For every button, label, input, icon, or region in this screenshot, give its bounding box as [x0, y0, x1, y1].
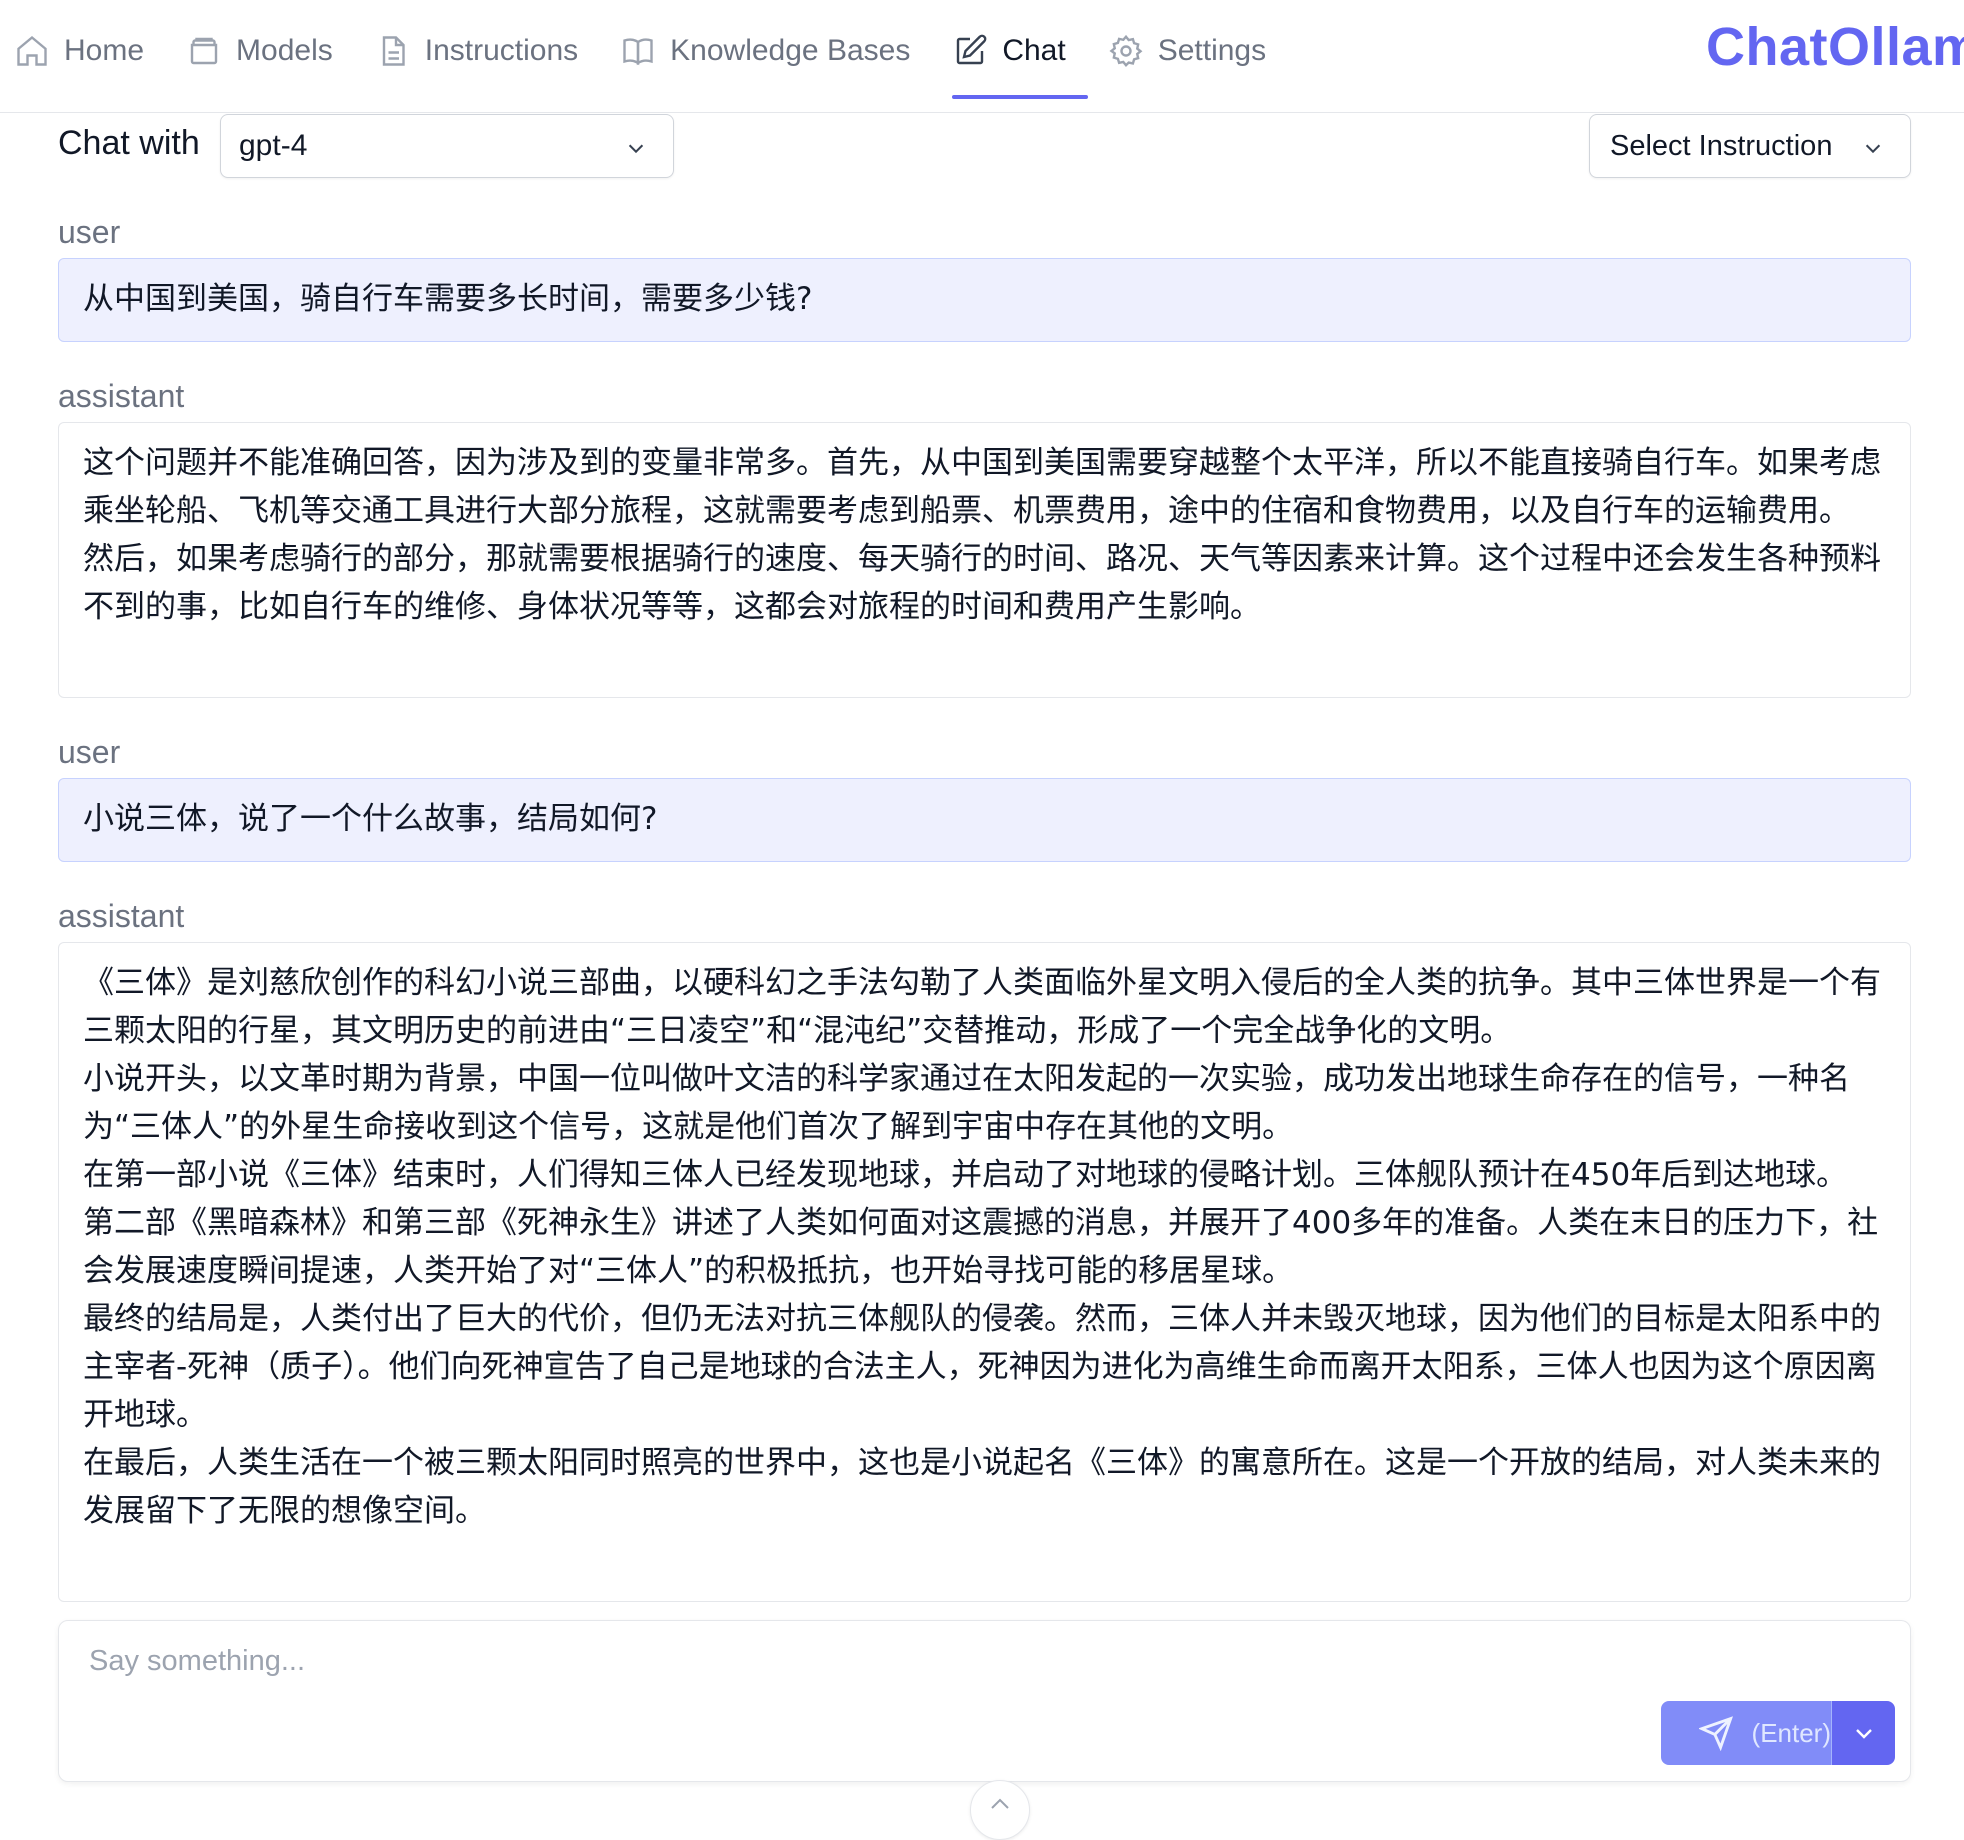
send-button-label: (Enter): [1751, 1717, 1831, 1748]
database-icon: [190, 37, 218, 65]
nav-item-settings[interactable]: Settings: [1108, 0, 1288, 102]
nav-item-label: Home: [64, 34, 145, 67]
message-paragraph: 《三体》是刘慈欣创作的科幻小说三部曲，以硬科幻之手法勾勒了人类面临外星文明入侵后…: [83, 965, 1881, 1049]
chevron-down-icon: [628, 144, 644, 154]
send-icon: [1699, 1716, 1733, 1751]
home-icon: [17, 35, 47, 66]
top-navigation: Home Models Instructions Knowledge Bases…: [0, 0, 1964, 113]
assistant-message: 这个问题并不能准确回答，因为涉及到的变量非常多。首先，从中国到美国需要穿越整个太…: [58, 422, 1911, 698]
nav-item-chat[interactable]: Chat: [952, 0, 1089, 102]
user-message: 从中国到美国，骑自行车需要多长时间，需要多少钱?: [58, 258, 1911, 342]
send-options-button[interactable]: [1831, 1701, 1895, 1765]
instruction-select-label: Select Instruction: [1610, 129, 1833, 162]
nav-item-instructions[interactable]: Instructions: [375, 0, 600, 102]
model-select-value: gpt-4: [239, 129, 308, 162]
nav-menu: Home Models Instructions Knowledge Bases…: [14, 0, 1308, 112]
message-paragraph: 这个问题并不能准确回答，因为涉及到的变量非常多。首先，从中国到美国需要穿越整个太…: [83, 445, 1881, 529]
nav-item-label: Knowledge Bases: [670, 34, 911, 67]
message-paragraph: 小说三体，说了一个什么故事，结局如何?: [83, 801, 658, 837]
send-button[interactable]: (Enter): [1661, 1701, 1831, 1765]
message-role-label: assistant: [58, 378, 185, 414]
nav-item-home[interactable]: Home: [14, 0, 166, 102]
chevron-down-icon: [1865, 144, 1881, 154]
message-role-label: user: [58, 214, 121, 250]
chevron-up-icon: [991, 1798, 1009, 1809]
message-input[interactable]: [89, 1645, 1589, 1705]
nav-item-models[interactable]: Models: [186, 0, 355, 102]
nav-item-label: Chat: [1002, 34, 1066, 67]
send-button-group: (Enter): [1661, 1701, 1895, 1765]
message-paragraph: 小说开头，以文革时期为背景，中国一位叫做叶文洁的科学家通过在太阳发起的一次实验，…: [83, 1061, 1850, 1145]
nav-item-label: Settings: [1157, 34, 1267, 67]
instruction-select[interactable]: Select Instruction: [1589, 114, 1911, 178]
nav-item-label: Models: [236, 34, 333, 67]
nav-item-label: Instructions: [424, 34, 579, 67]
gear-icon: [1109, 34, 1143, 68]
book-icon: [623, 38, 653, 66]
message-paragraph: 然后，如果考虑骑行的部分，那就需要根据骑行的速度、每天骑行的时间、路况、天气等因…: [83, 541, 1881, 625]
brand-logo[interactable]: ChatOllama: [1706, 16, 1964, 78]
message-role-label: user: [58, 734, 121, 770]
edit-icon: [957, 34, 987, 65]
user-message: 小说三体，说了一个什么故事，结局如何?: [58, 778, 1911, 862]
nav-item-knowledge-bases[interactable]: Knowledge Bases: [620, 0, 932, 102]
message-paragraph: 在第一部小说《三体》结束时，人们得知三体人已经发现地球，并启动了对地球的侵略计划…: [83, 1157, 1848, 1193]
message-paragraph: 从中国到美国，骑自行车需要多长时间，需要多少钱?: [83, 281, 813, 317]
message-paragraph: 在最后，人类生活在一个被三颗太阳同时照亮的世界中，这也是小说起名《三体》的寓意所…: [83, 1445, 1881, 1529]
assistant-message: 《三体》是刘慈欣创作的科幻小说三部曲，以硬科幻之手法勾勒了人类面临外星文明入侵后…: [58, 942, 1911, 1602]
message-paragraph: 最终的结局是，人类付出了巨大的代价，但仍无法对抗三体舰队的侵袭。然而，三体人并未…: [83, 1301, 1881, 1433]
document-icon: [382, 36, 405, 66]
scroll-to-top-button[interactable]: [970, 1780, 1030, 1840]
message-role-label: assistant: [58, 898, 185, 934]
chevron-down-icon: [1855, 1729, 1872, 1739]
model-select[interactable]: gpt-4: [220, 114, 674, 178]
message-composer: (Enter): [58, 1620, 1911, 1782]
chat-with-label: Chat with: [58, 124, 200, 162]
message-paragraph: 第二部《黑暗森林》和第三部《死神永生》讲述了人类如何面对这震撼的消息，并展开了4…: [83, 1205, 1879, 1289]
